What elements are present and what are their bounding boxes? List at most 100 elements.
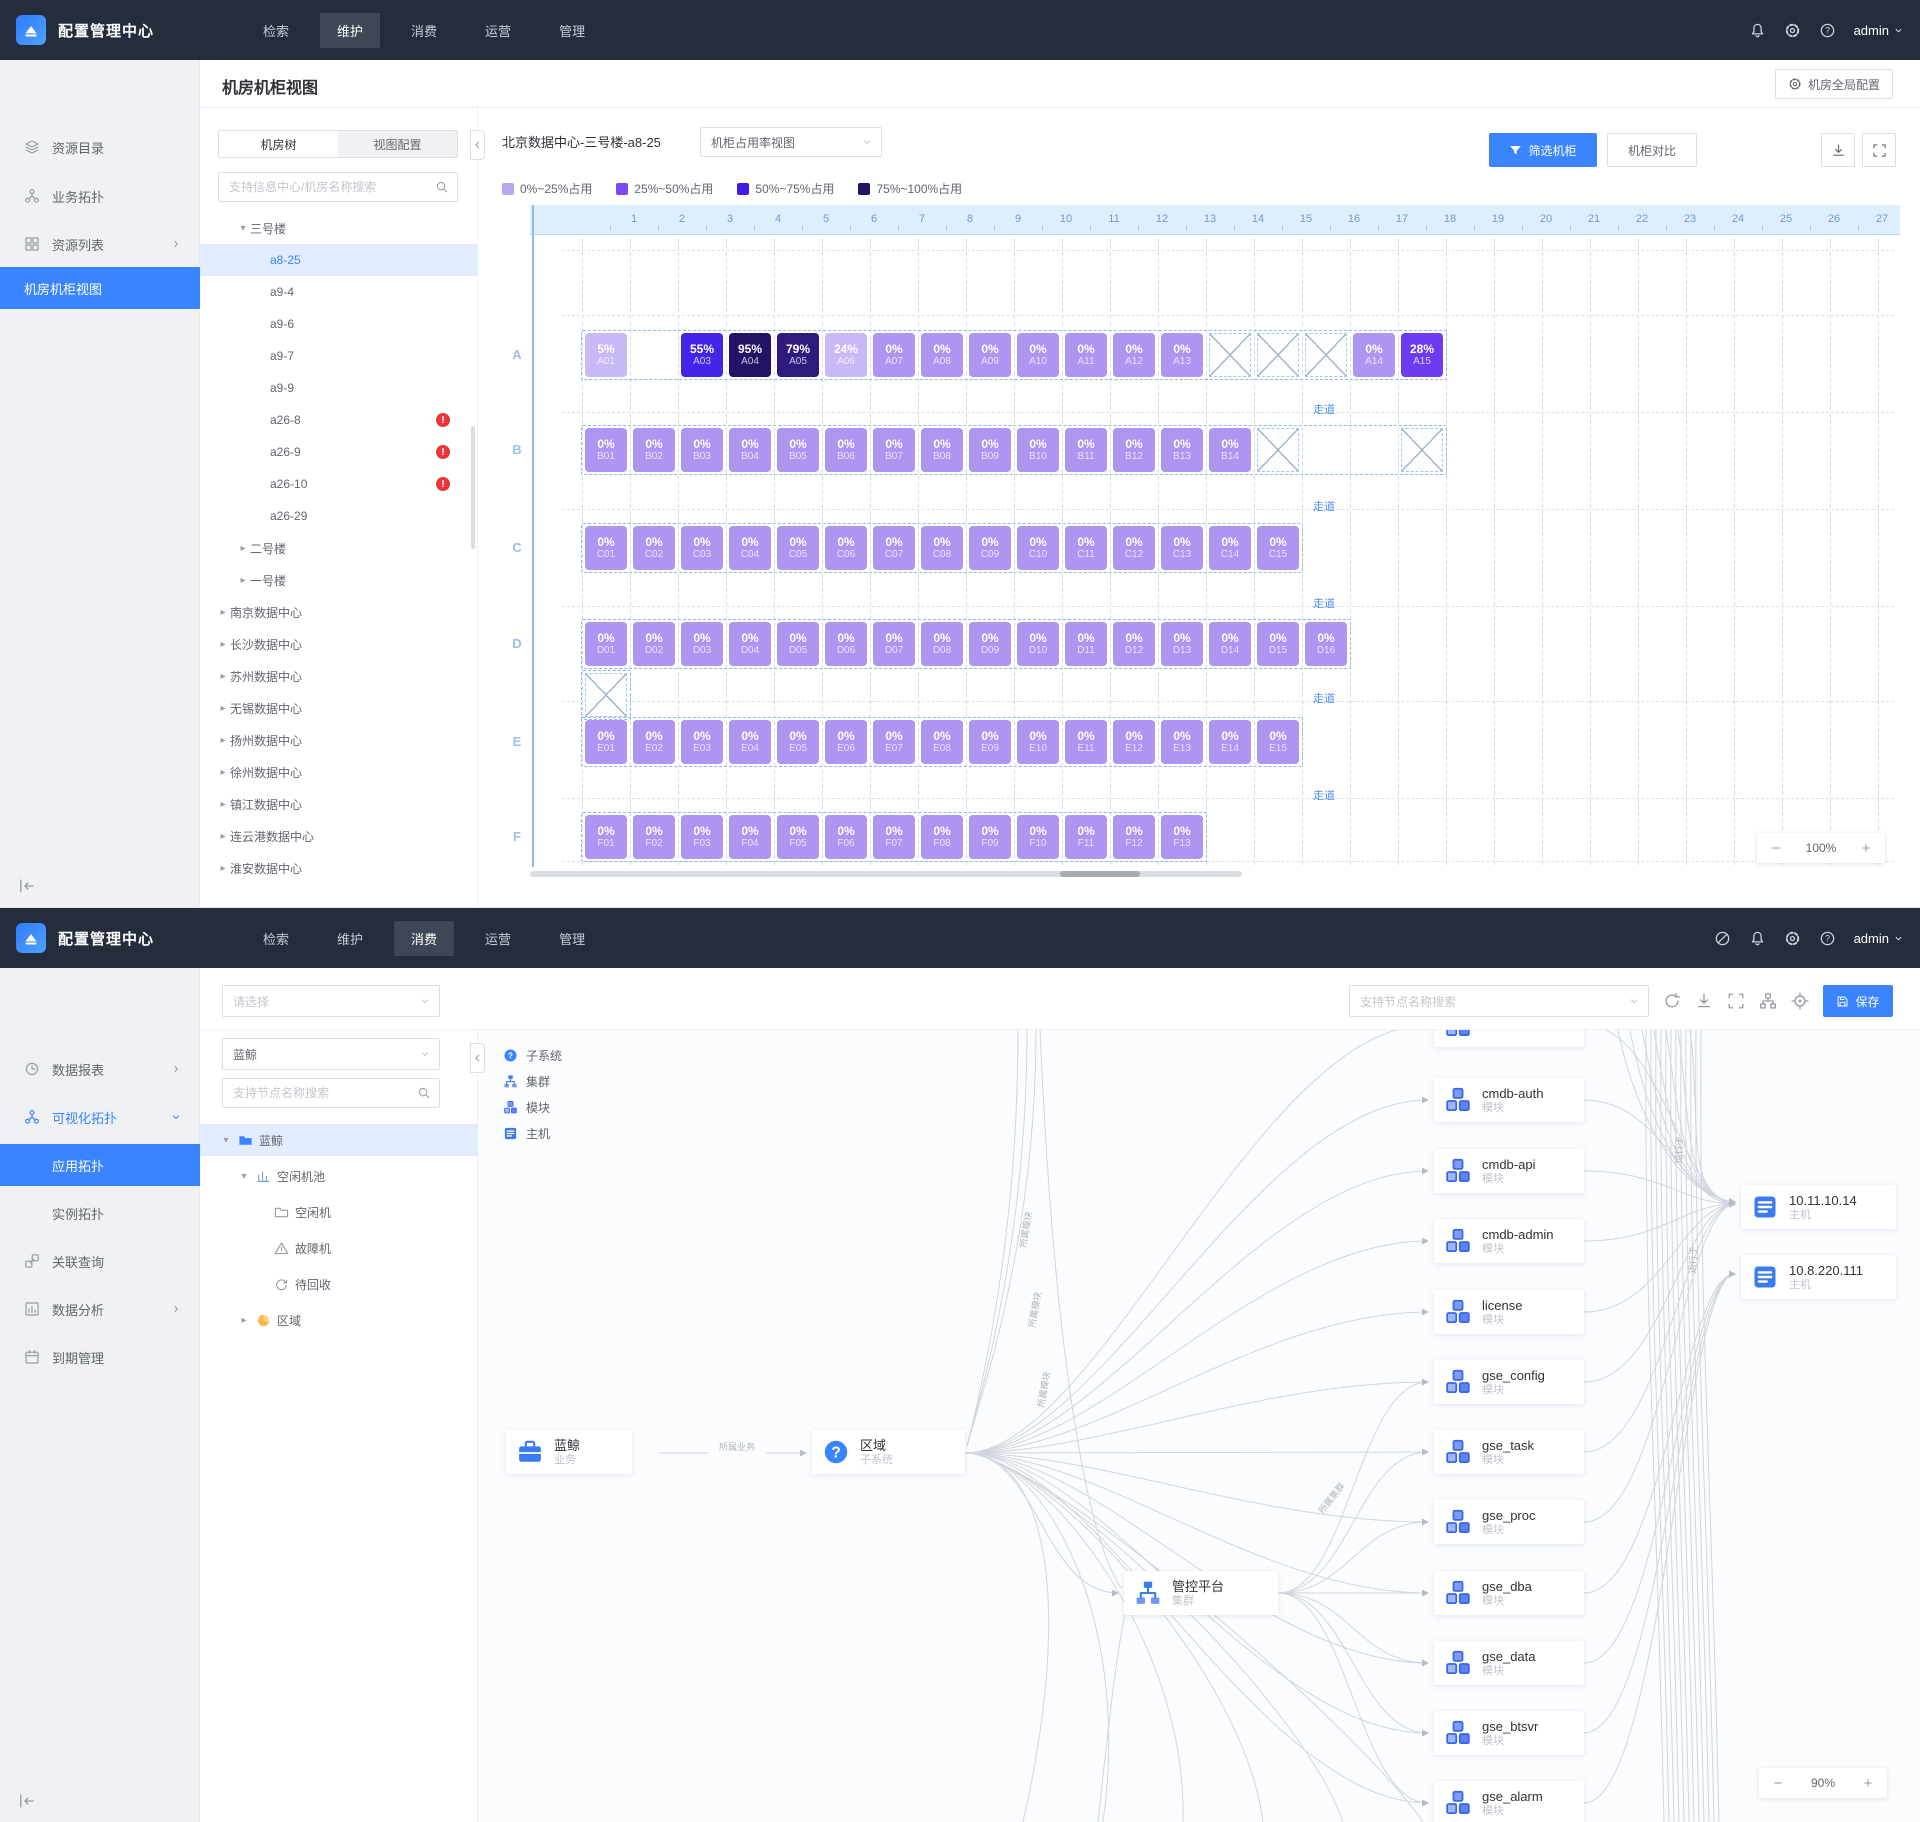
cabinet-B02[interactable]: 0%B02 (633, 428, 675, 472)
tree-item-a26-29[interactable]: a26-29 (200, 500, 478, 532)
rack-floor-canvas[interactable]: 1234567891011121314151617181920212223242… (502, 205, 1900, 881)
refresh-icon[interactable] (1663, 992, 1681, 1010)
cabinet-E05[interactable]: 0%E05 (777, 720, 819, 764)
cabinet-A05[interactable]: 79%A05 (777, 333, 819, 377)
zoom-in-button[interactable]: + (1859, 840, 1873, 857)
tree-item-a26-8[interactable]: a26-8! (200, 404, 478, 436)
cabinet-F06[interactable]: 0%F06 (825, 815, 867, 859)
cabinet-E11[interactable]: 0%E11 (1065, 720, 1107, 764)
node-module-gse_dba[interactable]: gse_dba模块 (1434, 1571, 1584, 1615)
cabinet-F11[interactable]: 0%F11 (1065, 815, 1107, 859)
sidebar-item-应用拓扑[interactable]: 应用拓扑 (0, 1144, 200, 1186)
bell-icon[interactable] (1749, 22, 1766, 39)
cabinet-C12[interactable]: 0%C12 (1113, 526, 1155, 570)
layout-flow-icon[interactable] (1759, 992, 1777, 1010)
node-module-clipped[interactable]: 模块 (1434, 1030, 1584, 1047)
save-button[interactable]: 保存 (1823, 985, 1893, 1017)
cabinet-E01[interactable]: 0%E01 (585, 720, 627, 764)
cabinet-B04[interactable]: 0%B04 (729, 428, 771, 472)
cabinet-D03[interactable]: 0%D03 (681, 622, 723, 666)
cabinet-D06[interactable]: 0%D06 (825, 622, 867, 666)
cabinet-B11[interactable]: 0%B11 (1065, 428, 1107, 472)
tree-item-二号楼[interactable]: ▸二号楼 (200, 532, 478, 564)
cabinet-F09[interactable]: 0%F09 (969, 815, 1011, 859)
cabinet-D08[interactable]: 0%D08 (921, 622, 963, 666)
sidebar-item-可视化拓扑[interactable]: 可视化拓扑 (0, 1096, 200, 1138)
cabinet-F13[interactable]: 0%F13 (1161, 815, 1203, 859)
tree-item-空闲机[interactable]: 空闲机 (200, 1196, 478, 1228)
blocked-slot[interactable] (1401, 428, 1443, 472)
cabinet-A08[interactable]: 0%A08 (921, 333, 963, 377)
admin-menu[interactable]: admin (1854, 931, 1904, 946)
tree-item-a8-25[interactable]: a8-25 (200, 244, 478, 276)
locate-icon[interactable] (1791, 992, 1809, 1010)
tree-item-长沙数据中心[interactable]: ▸长沙数据中心 (200, 628, 478, 660)
blocked-slot[interactable] (1257, 333, 1299, 377)
tree-item-淮安数据中心[interactable]: ▸淮安数据中心 (200, 852, 478, 884)
cabinet-E10[interactable]: 0%E10 (1017, 720, 1059, 764)
cabinet-E12[interactable]: 0%E12 (1113, 720, 1155, 764)
nav-tab-运营[interactable]: 运营 (468, 921, 528, 956)
cabinet-D13[interactable]: 0%D13 (1161, 622, 1203, 666)
cabinet-E13[interactable]: 0%E13 (1161, 720, 1203, 764)
tree-item-待回收[interactable]: 待回收 (200, 1268, 478, 1300)
nav-tab-维护[interactable]: 维护 (320, 13, 380, 48)
cabinet-B01[interactable]: 0%B01 (585, 428, 627, 472)
cabinet-B06[interactable]: 0%B06 (825, 428, 867, 472)
admin-menu[interactable]: admin (1854, 23, 1904, 38)
cabinet-F03[interactable]: 0%F03 (681, 815, 723, 859)
nav-tab-检索[interactable]: 检索 (246, 13, 306, 48)
download-button[interactable] (1821, 133, 1855, 167)
download-icon[interactable] (1695, 992, 1713, 1010)
help-icon[interactable]: ? (1819, 22, 1836, 39)
cabinet-E03[interactable]: 0%E03 (681, 720, 723, 764)
cabinet-E06[interactable]: 0%E06 (825, 720, 867, 764)
cabinet-A07[interactable]: 0%A07 (873, 333, 915, 377)
cabinet-E04[interactable]: 0%E04 (729, 720, 771, 764)
aisle-link[interactable]: 走道 (1313, 498, 1335, 514)
cabinet-D16[interactable]: 0%D16 (1305, 622, 1347, 666)
cabinet-B07[interactable]: 0%B07 (873, 428, 915, 472)
collapse-panel-handle[interactable] (470, 1043, 485, 1073)
cabinet-D09[interactable]: 0%D09 (969, 622, 1011, 666)
cabinet-A01[interactable]: 5%A01 (585, 333, 627, 377)
tree-item-a9-7[interactable]: a9-7 (200, 340, 478, 372)
tree-item-徐州数据中心[interactable]: ▸徐州数据中心 (200, 756, 478, 788)
cabinet-A12[interactable]: 0%A12 (1113, 333, 1155, 377)
bell-icon[interactable] (1749, 930, 1766, 947)
tree-item-南京数据中心[interactable]: ▸南京数据中心 (200, 596, 478, 628)
tab-view-config[interactable]: 视图配置 (338, 131, 457, 157)
node-module-cmdb-auth[interactable]: cmdb-auth模块 (1434, 1078, 1584, 1122)
cabinet-E08[interactable]: 0%E08 (921, 720, 963, 764)
tree-item-扬州数据中心[interactable]: ▸扬州数据中心 (200, 724, 478, 756)
fullscreen-icon[interactable] (1727, 992, 1745, 1010)
cabinet-C11[interactable]: 0%C11 (1065, 526, 1107, 570)
cabinet-F01[interactable]: 0%F01 (585, 815, 627, 859)
cabinet-D12[interactable]: 0%D12 (1113, 622, 1155, 666)
cabinet-F10[interactable]: 0%F10 (1017, 815, 1059, 859)
cabinet-A06[interactable]: 24%A06 (825, 333, 867, 377)
filter-racks-button[interactable]: 筛选机柜 (1489, 133, 1597, 167)
cabinet-B12[interactable]: 0%B12 (1113, 428, 1155, 472)
node-module-gse_task[interactable]: gse_task模块 (1434, 1430, 1584, 1474)
node-host-10.11.10.14[interactable]: 10.11.10.14主机 (1741, 1185, 1896, 1229)
node-module-gse_alarm[interactable]: gse_alarm模块 (1434, 1781, 1584, 1822)
tree-item-无锡数据中心[interactable]: ▸无锡数据中心 (200, 692, 478, 724)
tree-item-故障机[interactable]: 故障机 (200, 1232, 478, 1264)
cabinet-E09[interactable]: 0%E09 (969, 720, 1011, 764)
cabinet-C10[interactable]: 0%C10 (1017, 526, 1059, 570)
sidebar-item-业务拓扑[interactable]: 业务拓扑 (0, 175, 200, 217)
view-type-select[interactable]: 机柜占用率视图 (700, 127, 882, 157)
nav-tab-消费[interactable]: 消费 (394, 921, 454, 956)
node-module-license[interactable]: license模块 (1434, 1290, 1584, 1334)
cabinet-F08[interactable]: 0%F08 (921, 815, 963, 859)
sidebar-collapse-icon[interactable] (18, 1792, 36, 1810)
tree-item-a9-6[interactable]: a9-6 (200, 308, 478, 340)
tree-item-三号楼[interactable]: ▾三号楼 (200, 212, 478, 244)
node-subsystem-区域[interactable]: ?区域子系统 (812, 1430, 965, 1474)
cabinet-F12[interactable]: 0%F12 (1113, 815, 1155, 859)
aisle-link[interactable]: 走道 (1313, 787, 1335, 803)
cabinet-A15[interactable]: 28%A15 (1401, 333, 1443, 377)
cabinet-A09[interactable]: 0%A09 (969, 333, 1011, 377)
tree-item-a26-10[interactable]: a26-10! (200, 468, 478, 500)
